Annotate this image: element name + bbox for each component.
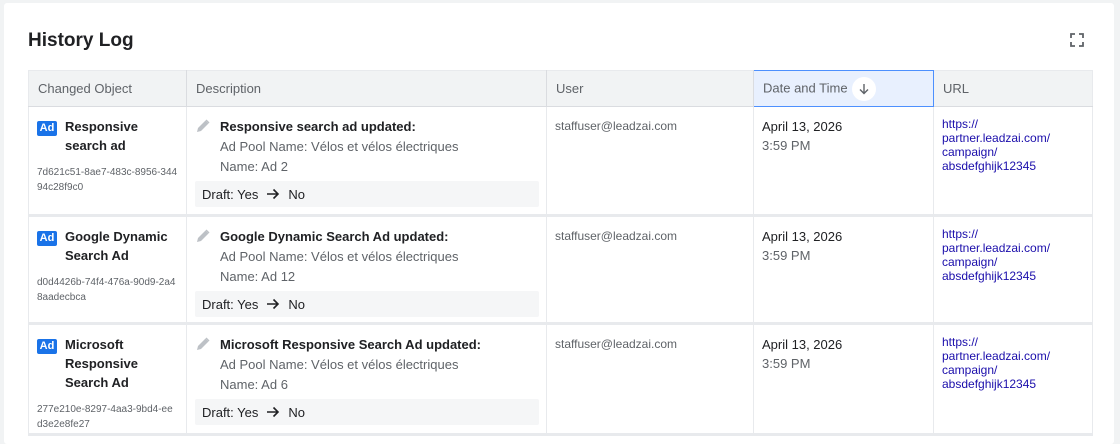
pencil-icon (195, 118, 211, 139)
url-line: https:// (942, 227, 979, 241)
url-cell: https://partner.leadzai.com/campaign/abs… (933, 106, 1093, 217)
url-line: absdefghijk12345 (942, 159, 1037, 173)
pencil-icon (195, 336, 211, 357)
column-header-date-time-label: Date and Time (763, 79, 848, 95)
fullscreen-icon[interactable] (1070, 33, 1084, 47)
draft-change: Draft: Yes No (195, 291, 539, 317)
table-row: Ad Responsive search ad 7d621c51-8ae7-483… (28, 106, 1093, 217)
column-header-date-time[interactable]: Date and Time (753, 70, 934, 107)
object-id: 277e210e-8297-4aa3-9bd4-eed3e2e8fe27 (37, 404, 173, 430)
change-time: 3:59 PM (762, 356, 811, 371)
change-time: 3:59 PM (762, 138, 811, 153)
description-title: Responsive search ad updated: (220, 119, 416, 134)
arrow-right-icon (266, 298, 280, 310)
change-date: April 13, 2026 (762, 229, 843, 244)
description-cell: Microsoft Responsive Search Ad updated: … (186, 323, 547, 436)
object-name: Microsoft Responsive Search Ad (65, 335, 138, 392)
description-title: Google Dynamic Search Ad updated: (220, 229, 449, 244)
date-time-cell: April 13, 2026 3:59 PM (753, 215, 934, 325)
draft-from: Draft: Yes (202, 404, 259, 420)
url-line: campaign/ (942, 363, 998, 377)
ad-pool-name: Ad Pool Name: Vélos et vélos électriques (220, 249, 459, 264)
object-name: Responsive search ad (65, 117, 138, 155)
draft-to: No (288, 404, 305, 420)
object-id: d0d4426b-74f4-476a-90d9-2a48aadecbca (37, 277, 176, 303)
user-cell: staffuser@leadzai.com (546, 106, 754, 217)
description: Microsoft Responsive Search Ad updated: … (195, 335, 539, 425)
ad-badge: Ad (37, 121, 57, 136)
arrow-right-icon (266, 406, 280, 418)
change-date: April 13, 2026 (762, 337, 843, 352)
arrow-right-icon (266, 188, 280, 200)
user-email: staffuser@leadzai.com (555, 229, 678, 243)
ad-badge: Ad (37, 231, 57, 246)
column-header-url[interactable]: URL (933, 70, 1093, 107)
campaign-url-link[interactable]: https://partner.leadzai.com/campaign/abs… (942, 117, 1084, 173)
table-row: Ad Google Dynamic Search Ad d0d4426b-74f4… (28, 215, 1093, 325)
changed-object-cell: Ad Google Dynamic Search Ad d0d4426b-74f4… (28, 215, 187, 325)
object-name: Google Dynamic Search Ad (65, 227, 168, 265)
object-name-line: search ad (65, 138, 126, 153)
user-cell: staffuser@leadzai.com (546, 323, 754, 436)
changed-object-cell: Ad Microsoft Responsive Search Ad 277e210e… (28, 323, 187, 436)
column-header-changed-object[interactable]: Changed Object (28, 70, 187, 107)
draft-change: Draft: Yes No (195, 181, 539, 207)
url-line: absdefghijk12345 (942, 269, 1037, 283)
draft-from: Draft: Yes (202, 186, 259, 202)
user-cell: staffuser@leadzai.com (546, 215, 754, 325)
change-time: 3:59 PM (762, 248, 811, 263)
campaign-url-link[interactable]: https://partner.leadzai.com/campaign/abs… (942, 335, 1084, 391)
url-line: partner.leadzai.com/ (942, 241, 1051, 255)
object-name-line: Microsoft (65, 337, 124, 352)
changed-object-cell: Ad Responsive search ad 7d621c51-8ae7-483… (28, 106, 187, 217)
ad-pool-name: Ad Pool Name: Vélos et vélos électriques (220, 357, 459, 372)
object-name-line: Search Ad (65, 248, 129, 263)
draft-from: Draft: Yes (202, 296, 259, 312)
description: Google Dynamic Search Ad updated: Ad Poo… (195, 227, 539, 317)
date-time-cell: April 13, 2026 3:59 PM (753, 106, 934, 217)
draft-to: No (288, 296, 305, 312)
draft-to: No (288, 186, 305, 202)
ad-pool-name: Ad Pool Name: Vélos et vélos électriques (220, 139, 459, 154)
url-line: partner.leadzai.com/ (942, 349, 1051, 363)
object-id: 7d621c51-8ae7-483c-8956-34494c28f9c0 (37, 167, 178, 193)
page-title: History Log (28, 30, 134, 51)
url-line: https:// (942, 117, 979, 131)
description: Responsive search ad updated: Ad Pool Na… (195, 117, 539, 207)
url-line: https:// (942, 335, 979, 349)
ad-name: Name: Ad 6 (220, 377, 288, 392)
arrow-down-icon[interactable] (851, 76, 876, 101)
history-log-card: History Log Changed Object Description U… (4, 3, 1114, 444)
draft-change: Draft: Yes No (195, 399, 539, 425)
user-email: staffuser@leadzai.com (555, 119, 678, 133)
column-header-description[interactable]: Description (186, 70, 547, 107)
description-cell: Google Dynamic Search Ad updated: Ad Poo… (186, 215, 547, 325)
object-name-line: Responsive (65, 356, 138, 371)
campaign-url-link[interactable]: https://partner.leadzai.com/campaign/abs… (942, 227, 1084, 283)
object-name-line: Search Ad (65, 375, 129, 390)
object-name-line: Google Dynamic (65, 229, 168, 244)
date-time-cell: April 13, 2026 3:59 PM (753, 323, 934, 436)
changed-object: Ad Google Dynamic Search Ad (37, 227, 178, 265)
changed-object: Ad Responsive search ad (37, 117, 178, 155)
ad-name: Name: Ad 12 (220, 269, 296, 284)
object-name-line: Responsive (65, 119, 138, 134)
table-row: Ad Microsoft Responsive Search Ad 277e210e… (28, 323, 1093, 436)
description-cell: Responsive search ad updated: Ad Pool Na… (186, 106, 547, 217)
url-cell: https://partner.leadzai.com/campaign/abs… (933, 215, 1093, 325)
description-title: Microsoft Responsive Search Ad updated: (220, 337, 482, 352)
column-header-user[interactable]: User (546, 70, 754, 107)
ad-badge: Ad (37, 339, 57, 354)
url-line: campaign/ (942, 255, 998, 269)
pencil-icon (195, 228, 211, 249)
url-line: campaign/ (942, 145, 998, 159)
ad-name: Name: Ad 2 (220, 159, 288, 174)
history-table: Changed Object Description User Date and… (28, 70, 1093, 436)
changed-object: Ad Microsoft Responsive Search Ad (37, 335, 178, 392)
change-date: April 13, 2026 (762, 119, 843, 134)
url-line: absdefghijk12345 (942, 377, 1037, 391)
user-email: staffuser@leadzai.com (555, 337, 678, 351)
url-line: partner.leadzai.com/ (942, 131, 1051, 145)
url-cell: https://partner.leadzai.com/campaign/abs… (933, 323, 1093, 436)
